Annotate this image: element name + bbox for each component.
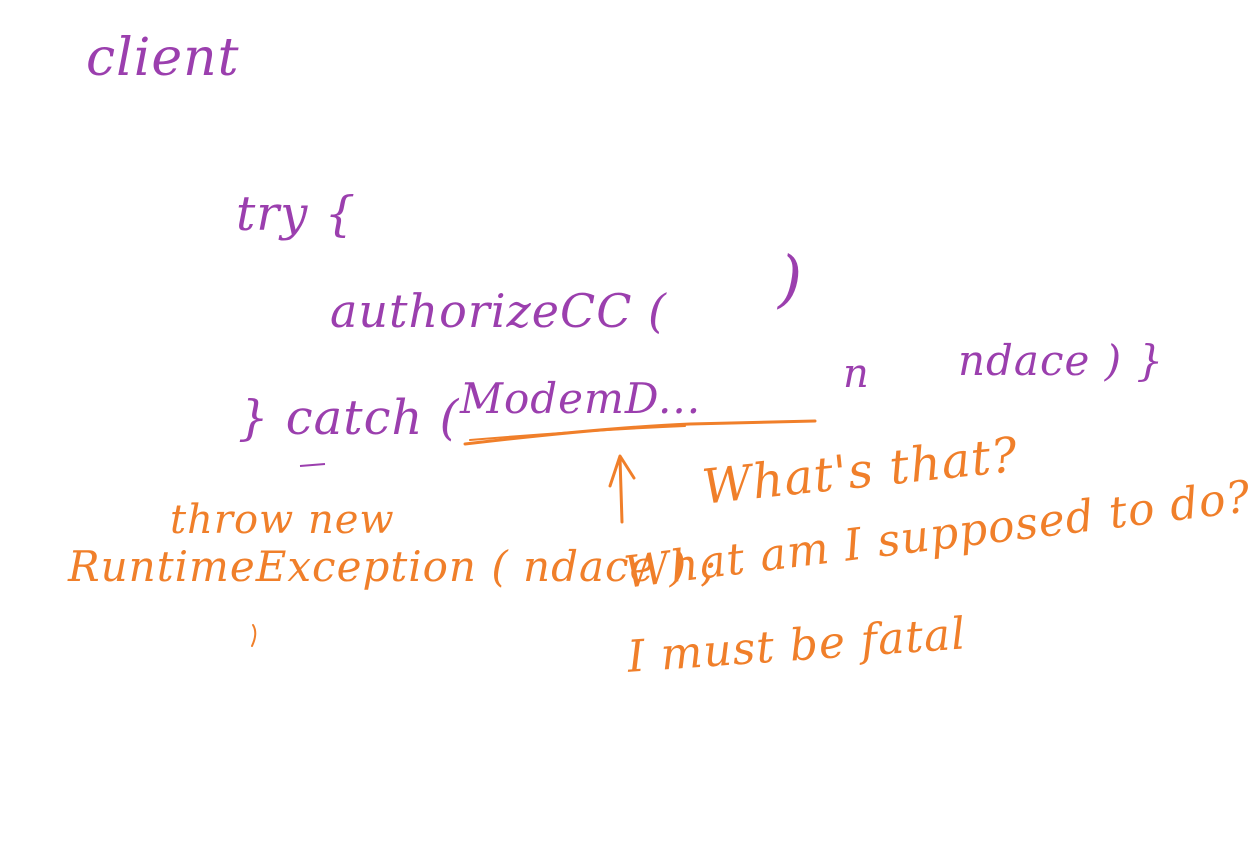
whiteboard-canvas: client try { authorizeCC ( ) } catch ( M… (0, 0, 1254, 841)
purple-dash (299, 463, 326, 467)
up-arrow-icon (608, 454, 636, 524)
statement-must-be-fatal: I must be fatal (625, 608, 968, 683)
try-keyword: try { (236, 186, 357, 242)
exception-underline (463, 419, 817, 446)
question-whats-that: What's that? (699, 426, 1021, 516)
method-call-close: ) (778, 242, 804, 315)
page-title: client (86, 28, 240, 88)
method-call: authorizeCC ( (330, 284, 667, 338)
catch-keyword: } catch ( (238, 390, 460, 446)
exception-underline-2 (469, 425, 686, 441)
throw-line-1: throw new (170, 497, 395, 543)
catch-tail: ndace ) } (958, 336, 1165, 385)
exception-type: ModemD... (460, 374, 702, 423)
exception-variable: n (843, 351, 870, 397)
orange-tick (251, 624, 257, 647)
throw-line-2: RuntimeException ( ndace ) ; (68, 542, 717, 591)
